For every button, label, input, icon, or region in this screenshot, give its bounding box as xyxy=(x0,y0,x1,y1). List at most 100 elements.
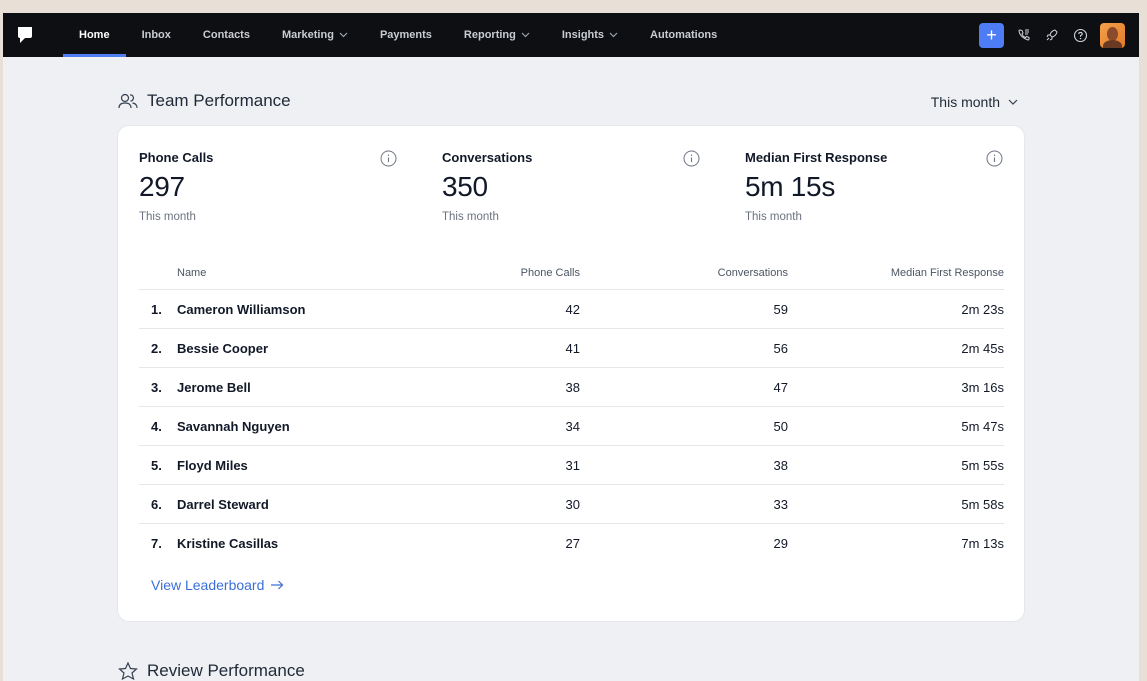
table-row[interactable]: 1. Cameron Williamson 42 59 2m 23s xyxy=(139,290,1004,329)
row-phone-calls: 42 xyxy=(565,301,580,317)
row-conversations: 59 xyxy=(773,301,788,317)
row-rank: 2. xyxy=(151,340,162,356)
nav-home-label: Home xyxy=(79,29,110,41)
table-row[interactable]: 7. Kristine Casillas 27 29 7m 13s xyxy=(139,524,1004,563)
row-phone-calls: 31 xyxy=(565,457,580,473)
chevron-down-icon xyxy=(339,32,348,38)
table-body: 1. Cameron Williamson 42 59 2m 23s 2. Bessie C… xyxy=(139,290,1004,563)
nav-reporting[interactable]: Reporting xyxy=(448,13,546,57)
nav-contacts[interactable]: Contacts xyxy=(187,13,266,57)
row-conversations: 33 xyxy=(773,496,788,512)
help-icon[interactable] xyxy=(1072,27,1088,43)
chevron-down-icon xyxy=(521,32,530,38)
nav-payments[interactable]: Payments xyxy=(364,13,448,57)
stat-label: Phone Calls xyxy=(139,150,214,165)
avatar[interactable] xyxy=(1100,22,1125,48)
row-name: Floyd Miles xyxy=(177,457,248,473)
stat-conversations: Conversations 350 This month xyxy=(442,150,700,223)
nav-inbox[interactable]: Inbox xyxy=(126,13,187,57)
row-median-first-response: 3m 16s xyxy=(961,379,1004,395)
stat-label: Conversations xyxy=(442,150,533,165)
avatar-face xyxy=(1107,26,1118,41)
row-median-first-response: 5m 58s xyxy=(961,496,1004,512)
row-median-first-response: 2m 45s xyxy=(961,340,1004,356)
team-performance-header: Team Performance xyxy=(117,91,291,111)
row-conversations: 47 xyxy=(773,379,788,395)
leaderboard-table: Name Phone Calls Conversations Median Fi… xyxy=(139,256,1004,563)
view-leaderboard-link[interactable]: View Leaderboard xyxy=(151,577,284,593)
nav-payments-label: Payments xyxy=(379,29,432,41)
avatar-body xyxy=(1103,39,1122,48)
nav-marketing-label: Marketing xyxy=(281,29,334,41)
plus-icon: + xyxy=(986,25,997,45)
nav-inbox-label: Inbox xyxy=(141,29,171,41)
column-header-name: Name xyxy=(177,266,207,279)
row-phone-calls: 27 xyxy=(565,536,580,551)
stat-period: This month xyxy=(139,211,196,223)
column-header-conversations: Conversations xyxy=(717,266,788,279)
review-performance-header: Review Performance xyxy=(117,661,305,681)
stat-median-first-response: Median First Response 5m 15s This month xyxy=(745,150,1003,223)
nav-insights[interactable]: Insights xyxy=(546,13,634,57)
top-navigation: Home Inbox Contacts Marketing Payments R… xyxy=(3,13,1139,57)
arrow-right-icon xyxy=(271,580,284,590)
team-icon xyxy=(118,93,138,109)
table-header: Name Phone Calls Conversations Median Fi… xyxy=(139,256,1004,290)
row-rank: 5. xyxy=(151,457,162,473)
row-conversations: 38 xyxy=(773,457,788,473)
row-name: Bessie Cooper xyxy=(177,340,269,356)
row-name: Cameron Williamson xyxy=(177,301,306,317)
rocket-icon[interactable] xyxy=(1044,27,1060,43)
row-rank: 4. xyxy=(151,418,162,434)
row-name: Kristine Casillas xyxy=(177,536,279,551)
table-row[interactable]: 4. Savannah Nguyen 34 50 5m 47s xyxy=(139,407,1004,446)
stat-phone-calls: Phone Calls 297 This month xyxy=(139,150,397,223)
app-window: Home Inbox Contacts Marketing Payments R… xyxy=(3,13,1139,681)
period-label: This month xyxy=(930,94,1000,110)
table-row[interactable]: 5. Floyd Miles 31 38 5m 55s xyxy=(139,446,1004,485)
phone-icon[interactable] xyxy=(1016,27,1032,43)
nav-automations-label: Automations xyxy=(650,29,718,41)
row-phone-calls: 34 xyxy=(565,418,580,434)
row-phone-calls: 41 xyxy=(565,340,580,356)
nav-contacts-label: Contacts xyxy=(202,29,250,41)
row-median-first-response: 5m 55s xyxy=(961,457,1004,473)
nav-automations[interactable]: Automations xyxy=(634,13,733,57)
info-icon[interactable] xyxy=(683,150,700,167)
stat-label: Median First Response xyxy=(745,150,888,165)
row-name: Jerome Bell xyxy=(177,379,251,395)
review-performance-title: Review Performance xyxy=(147,661,305,680)
nav-reporting-label: Reporting xyxy=(463,29,516,41)
row-conversations: 50 xyxy=(773,418,788,434)
table-row[interactable]: 6. Darrel Steward 30 33 5m 58s xyxy=(139,485,1004,524)
page-title: Team Performance xyxy=(147,91,291,110)
row-phone-calls: 30 xyxy=(565,496,580,512)
star-icon xyxy=(118,661,138,681)
info-icon[interactable] xyxy=(986,150,1003,167)
app-logo-icon[interactable] xyxy=(17,24,37,46)
nav-marketing[interactable]: Marketing xyxy=(266,13,364,57)
column-header-phone-calls: Phone Calls xyxy=(520,266,580,279)
create-new-button[interactable]: + xyxy=(979,22,1004,48)
table-row[interactable]: 2. Bessie Cooper 41 56 2m 45s xyxy=(139,329,1004,368)
info-icon[interactable] xyxy=(380,150,397,167)
row-rank: 7. xyxy=(151,536,162,551)
row-median-first-response: 7m 13s xyxy=(961,536,1004,551)
row-rank: 6. xyxy=(151,496,162,512)
stat-value: 350 xyxy=(442,171,488,202)
period-dropdown[interactable]: This month xyxy=(931,94,1018,110)
row-rank: 1. xyxy=(151,301,162,317)
row-conversations: 29 xyxy=(773,536,788,551)
chevron-down-icon xyxy=(609,32,618,38)
stat-period: This month xyxy=(442,211,499,223)
row-name: Savannah Nguyen xyxy=(177,418,290,434)
view-leaderboard-label: View Leaderboard xyxy=(151,577,265,593)
row-median-first-response: 2m 23s xyxy=(961,301,1004,317)
stat-period: This month xyxy=(745,211,802,223)
table-row[interactable]: 3. Jerome Bell 38 47 3m 16s xyxy=(139,368,1004,407)
nav-home[interactable]: Home xyxy=(63,13,126,57)
stat-value: 5m 15s xyxy=(745,171,836,202)
nav-insights-label: Insights xyxy=(561,29,605,41)
chevron-down-icon xyxy=(1008,99,1018,105)
row-rank: 3. xyxy=(151,379,162,395)
